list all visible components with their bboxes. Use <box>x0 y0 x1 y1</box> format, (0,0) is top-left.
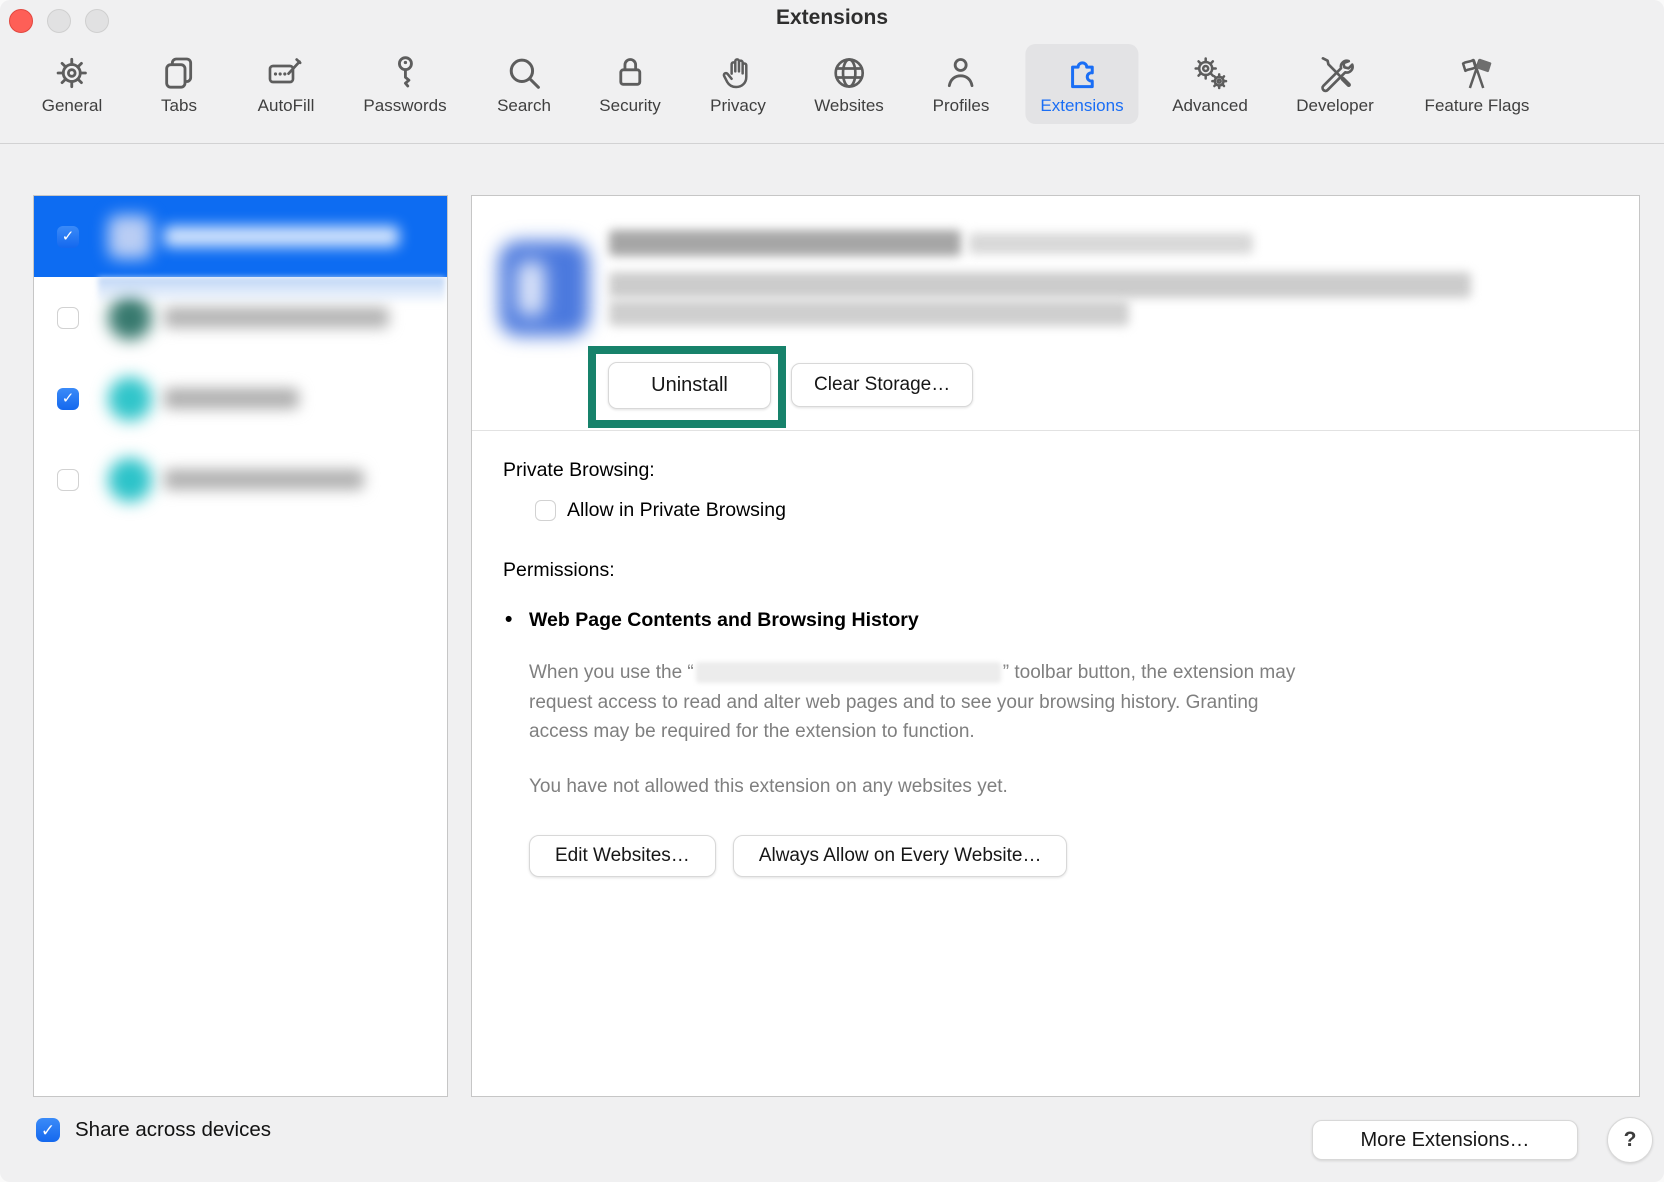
tabs-icon <box>159 51 199 95</box>
toolbar-item-developer[interactable]: Developer <box>1281 44 1389 124</box>
redacted-extension-description <box>609 272 1471 298</box>
private-browsing-heading: Private Browsing: <box>503 459 655 482</box>
always-allow-button[interactable]: Always Allow on Every Website… <box>733 835 1068 877</box>
extension-detail-panel: Uninstall Clear Storage… Private Browsin… <box>471 195 1640 1097</box>
permission-text: access may be required for the extension… <box>529 717 1295 747</box>
extension-enable-checkbox[interactable] <box>57 388 79 410</box>
websites-not-allowed-note: You have not allowed this extension on a… <box>529 776 1008 798</box>
toolbar-item-label: AutoFill <box>258 96 315 116</box>
toolbar-item-label: Privacy <box>710 96 766 116</box>
redacted-extension-name <box>696 662 1001 683</box>
toolbar-item-label: General <box>42 96 102 116</box>
toolbar-item-label: Profiles <box>933 96 990 116</box>
advanced-icon <box>1190 51 1230 95</box>
redacted-extension-description <box>609 300 1129 326</box>
permission-description: When you use the “ ” toolbar button, the … <box>529 658 1295 747</box>
permission-buttons: Edit Websites… Always Allow on Every Web… <box>529 835 1067 877</box>
search-icon <box>504 51 544 95</box>
toolbar-item-search[interactable]: Search <box>482 44 566 124</box>
detail-header-divider <box>472 430 1639 431</box>
redacted-extension-title <box>609 230 961 256</box>
extension-icon-blurred <box>108 377 152 421</box>
extension-icon-blurred <box>108 296 152 340</box>
extension-name-redacted <box>164 388 299 409</box>
allow-private-browsing-label: Allow in Private Browsing <box>567 499 786 522</box>
permissions-heading: Permissions: <box>503 559 615 582</box>
allow-private-browsing-row[interactable]: Allow in Private Browsing <box>535 499 786 522</box>
toolbar-item-label: Feature Flags <box>1425 96 1530 116</box>
featureflags-icon <box>1457 51 1497 95</box>
extension-enable-checkbox[interactable] <box>57 307 79 329</box>
bullet-icon: • <box>505 608 529 632</box>
toolbar-item-profiles[interactable]: Profiles <box>918 44 1005 124</box>
extension-list-item[interactable] <box>34 196 447 277</box>
permission-item-title: Web Page Contents and Browsing History <box>529 609 919 632</box>
share-across-devices-row[interactable]: Share across devices <box>36 1118 271 1142</box>
toolbar-item-websites[interactable]: Websites <box>799 44 899 124</box>
more-extensions-button[interactable]: More Extensions… <box>1312 1120 1578 1160</box>
toolbar-item-label: Developer <box>1296 96 1374 116</box>
extension-enable-checkbox[interactable] <box>57 226 79 248</box>
extensions-icon <box>1062 51 1102 95</box>
help-button[interactable]: ? <box>1607 1117 1653 1163</box>
toolbar-item-label: Extensions <box>1040 96 1123 116</box>
privacy-icon <box>718 51 758 95</box>
extension-name-redacted <box>164 469 364 490</box>
toolbar-item-passwords[interactable]: Passwords <box>348 44 461 124</box>
toolbar-divider <box>0 143 1664 144</box>
settings-toolbar: General Tabs AutoFill Passwords Search Securi… <box>0 0 1664 143</box>
toolbar-item-security[interactable]: Security <box>584 44 675 124</box>
extensions-sidebar <box>33 195 448 1097</box>
toolbar-item-advanced[interactable]: Advanced <box>1157 44 1263 124</box>
toolbar-item-privacy[interactable]: Privacy <box>695 44 781 124</box>
uninstall-button[interactable]: Uninstall <box>608 362 771 409</box>
toolbar-item-featureflags[interactable]: Feature Flags <box>1410 44 1545 124</box>
toolbar-item-label: Tabs <box>161 96 197 116</box>
extension-icon-blurred <box>108 215 152 259</box>
toolbar-item-extensions[interactable]: Extensions <box>1025 44 1138 124</box>
extension-name-redacted <box>164 307 389 328</box>
autofill-icon <box>266 51 306 95</box>
toolbar-item-label: Search <box>497 96 551 116</box>
extension-name-redacted <box>164 226 399 247</box>
extension-icon-blurred <box>499 241 589 336</box>
toolbar-item-general[interactable]: General <box>27 44 117 124</box>
general-icon <box>52 51 92 95</box>
extension-list-item[interactable] <box>34 439 447 520</box>
clear-storage-button[interactable]: Clear Storage… <box>791 363 973 407</box>
permission-item: • Web Page Contents and Browsing History <box>505 608 919 632</box>
websites-icon <box>829 51 869 95</box>
extension-enable-checkbox[interactable] <box>57 469 79 491</box>
toolbar-item-tabs[interactable]: Tabs <box>144 44 214 124</box>
safari-settings-window: Extensions General Tabs AutoFill Passwords S… <box>0 0 1664 1182</box>
toolbar-item-autofill[interactable]: AutoFill <box>243 44 330 124</box>
toolbar-item-label: Websites <box>814 96 884 116</box>
permission-text: When you use the “ <box>529 662 694 683</box>
permission-text: request access to read and alter web pag… <box>529 688 1295 718</box>
redacted-extension-version <box>969 233 1253 254</box>
security-icon <box>610 51 650 95</box>
profiles-icon <box>941 51 981 95</box>
toolbar-item-label: Security <box>599 96 660 116</box>
share-across-devices-checkbox[interactable] <box>36 1118 60 1142</box>
share-across-devices-label: Share across devices <box>75 1118 271 1142</box>
allow-private-browsing-checkbox[interactable] <box>535 500 556 521</box>
developer-icon <box>1315 51 1355 95</box>
edit-websites-button[interactable]: Edit Websites… <box>529 835 716 877</box>
permission-text: ” toolbar button, the extension may <box>1003 662 1296 683</box>
passwords-icon <box>385 51 425 95</box>
toolbar-item-label: Passwords <box>363 96 446 116</box>
toolbar-item-label: Advanced <box>1172 96 1248 116</box>
extension-list-item[interactable] <box>34 358 447 439</box>
extension-icon-blurred <box>108 458 152 502</box>
extension-list-item[interactable] <box>34 277 447 358</box>
